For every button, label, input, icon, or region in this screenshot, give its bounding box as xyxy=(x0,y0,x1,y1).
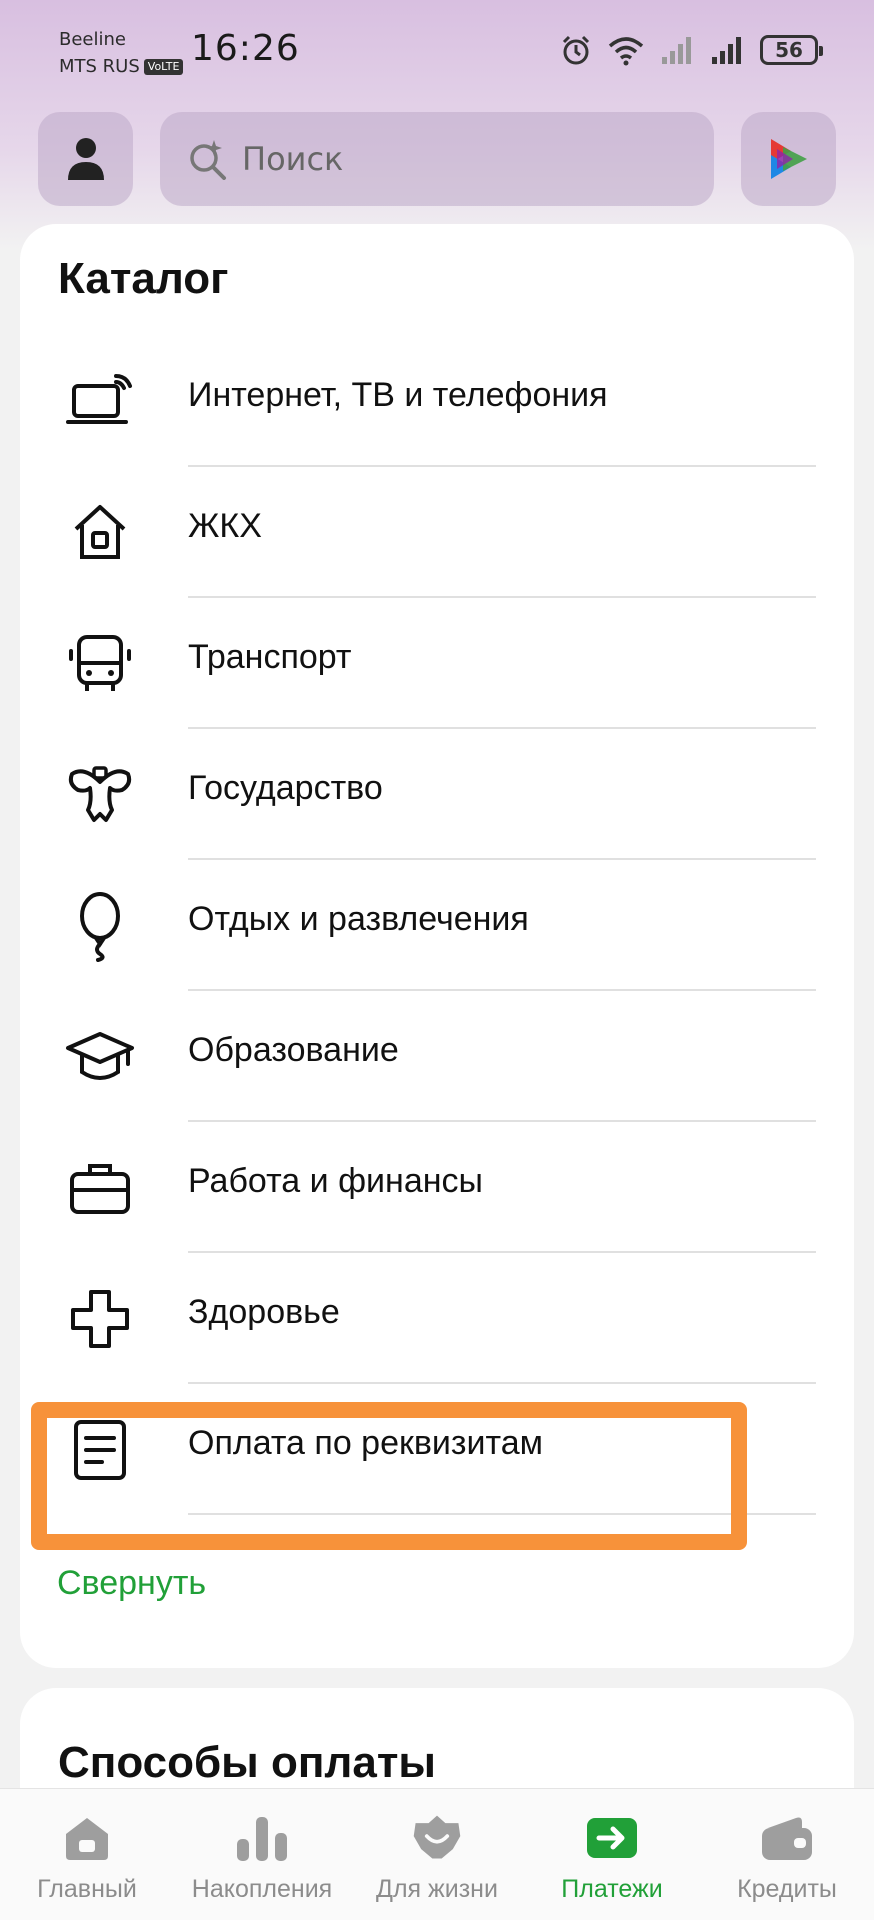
graduation-cap-icon xyxy=(60,1019,140,1095)
signal-2-icon xyxy=(712,37,741,64)
carrier-1: Beeline xyxy=(59,29,126,50)
wallet-icon xyxy=(760,1813,814,1863)
nav-item-credits[interactable]: Кредиты xyxy=(700,1789,874,1920)
bus-icon xyxy=(60,626,140,702)
nav-item-savings[interactable]: Накопления xyxy=(175,1789,349,1920)
sber-promo-button[interactable] xyxy=(741,112,836,206)
nav-label: Для жизни xyxy=(376,1875,498,1903)
cross-icon xyxy=(60,1281,140,1357)
catalog-item-education[interactable]: Образование xyxy=(20,991,854,1122)
header-row xyxy=(0,112,874,206)
catalog-item-label: ЖКХ xyxy=(188,507,262,545)
catalog-item-health[interactable]: Здоровье xyxy=(20,1253,854,1384)
nav-item-payments[interactable]: Платежи xyxy=(525,1789,699,1920)
smile-star-icon xyxy=(410,1813,464,1863)
catalog-item-work-finance[interactable]: Работа и финансы xyxy=(20,1122,854,1253)
catalog-item-label: Работа и финансы xyxy=(188,1162,483,1200)
catalog-item-label: Здоровье xyxy=(188,1293,340,1331)
home-icon xyxy=(60,1813,114,1863)
catalog-item-label: Отдых и развлечения xyxy=(188,900,529,938)
highlight-frame xyxy=(31,1402,747,1550)
nav-label: Кредиты xyxy=(737,1875,837,1903)
catalog-title: Каталог xyxy=(58,254,229,303)
laptop-signal-icon xyxy=(60,364,140,440)
status-icons: 56 xyxy=(560,32,823,68)
nav-label: Накопления xyxy=(191,1875,333,1903)
nav-label: Главный xyxy=(37,1875,137,1903)
chart-icon xyxy=(235,1813,289,1863)
collapse-link[interactable]: Свернуть xyxy=(57,1564,206,1603)
profile-button[interactable] xyxy=(38,112,133,206)
user-icon xyxy=(67,138,104,180)
payment-methods-title: Способы оплаты xyxy=(58,1738,436,1787)
balloon-icon xyxy=(60,888,140,964)
carrier-2: MTS RUS xyxy=(59,56,140,77)
bottom-navigation: Главный Накопления Для жизни Платежи Кре… xyxy=(0,1788,874,1920)
catalog-item-label: Образование xyxy=(188,1031,399,1069)
carrier-info: Beeline MTS RUS VoLTE xyxy=(59,26,184,80)
catalog-item-leisure[interactable]: Отдых и развлечения xyxy=(20,860,854,991)
search-bar[interactable] xyxy=(160,112,714,206)
status-time: 16:26 xyxy=(191,28,300,69)
sber-play-icon xyxy=(770,139,807,179)
alarm-icon xyxy=(562,35,590,65)
status-bar: Beeline MTS RUS VoLTE 16:26 56 xyxy=(0,0,874,100)
catalog-item-label: Транспорт xyxy=(188,638,352,676)
catalog-item-label: Государство xyxy=(188,769,383,807)
nav-label: Платежи xyxy=(561,1875,663,1903)
house-icon xyxy=(60,495,140,571)
volte-badge: VoLTE xyxy=(143,59,184,75)
nav-item-home[interactable]: Главный xyxy=(0,1789,174,1920)
catalog-item-internet[interactable]: Интернет, ТВ и телефония xyxy=(20,336,854,467)
battery-indicator: 56 xyxy=(760,35,823,65)
search-sparkle-icon xyxy=(190,140,226,180)
payment-arrow-icon xyxy=(585,1813,639,1863)
signal-1-icon xyxy=(662,37,691,64)
catalog-item-housing[interactable]: ЖКХ xyxy=(20,467,854,598)
nav-item-for-life[interactable]: Для жизни xyxy=(350,1789,524,1920)
search-input[interactable] xyxy=(242,140,682,178)
catalog-item-label: Интернет, ТВ и телефония xyxy=(188,376,608,414)
catalog-item-transport[interactable]: Транспорт xyxy=(20,598,854,729)
briefcase-icon xyxy=(60,1150,140,1226)
emblem-icon xyxy=(60,757,140,833)
wifi-icon xyxy=(608,37,644,66)
catalog-item-government[interactable]: Государство xyxy=(20,729,854,860)
